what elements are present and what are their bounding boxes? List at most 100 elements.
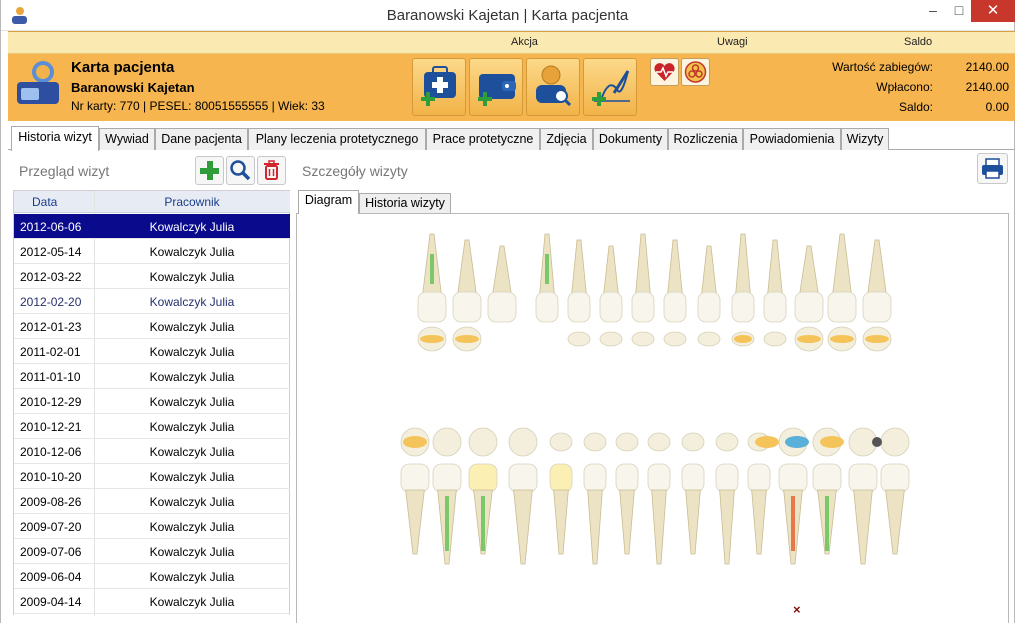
main-tab-bar: Historia wizyt Wywiad Dane pacjenta Plan…	[8, 126, 1014, 151]
tab-rozliczenia[interactable]: Rozliczenia	[668, 128, 743, 150]
visit-list-panel: Przegląd wizyt Data Pracownik 2012-06-06…	[13, 153, 291, 623]
print-button[interactable]	[977, 153, 1008, 184]
table-row[interactable]: 2009-08-26 Kowalczyk Julia	[14, 489, 290, 514]
medical-alert-button[interactable]	[650, 58, 679, 86]
table-row[interactable]: 2011-01-10 Kowalczyk Julia	[14, 364, 290, 389]
delete-visit-button[interactable]	[257, 156, 286, 185]
title-bar: Baranowski Kajetan | Karta pacjenta – □ …	[1, 0, 1015, 31]
upper-tooth-root	[635, 233, 651, 295]
upper-tooth-crown	[631, 291, 655, 323]
table-row[interactable]: 2009-04-14 Kowalczyk Julia	[14, 589, 290, 614]
visit-employee: Kowalczyk Julia	[149, 220, 235, 234]
dental-diagram[interactable]: ×	[296, 213, 1009, 623]
maximize-button[interactable]: □	[945, 0, 973, 22]
table-row[interactable]: 2012-02-20 Kowalczyk Julia	[14, 289, 290, 314]
search-patient-button[interactable]	[526, 58, 580, 116]
lower-filling	[785, 436, 809, 448]
close-button[interactable]: ✕	[971, 0, 1015, 22]
visit-date: 2010-12-21	[20, 420, 82, 434]
upper-tooth-crown	[417, 291, 447, 323]
lower-tooth-crown	[583, 463, 607, 493]
saldo-header-label: Saldo	[904, 36, 933, 48]
search-user-icon	[536, 65, 572, 107]
tab-powiadomienia[interactable]: Powiadomienia	[743, 128, 841, 150]
table-row[interactable]: 2009-07-20 Kowalczyk Julia	[14, 514, 290, 539]
table-row[interactable]: 2012-05-14 Kowalczyk Julia	[14, 239, 290, 264]
upper-tooth-root	[603, 245, 619, 295]
lower-tooth-occlusal	[880, 427, 910, 457]
visit-employee: Kowalczyk Julia	[149, 295, 235, 309]
table-row[interactable]: 2011-02-01 Kowalczyk Julia	[14, 339, 290, 364]
visit-employee: Kowalczyk Julia	[149, 395, 235, 409]
table-row[interactable]: 2012-06-06 Kowalczyk Julia	[14, 214, 290, 239]
lower-tooth-root	[885, 489, 905, 555]
lower-tooth-crown	[549, 463, 573, 493]
add-signature-icon	[592, 70, 630, 106]
root-canal-fill	[545, 254, 549, 284]
upper-tooth-root	[492, 245, 512, 295]
upper-tooth-occlusal	[631, 331, 655, 347]
lower-filling	[755, 436, 779, 448]
upper-filling	[734, 335, 752, 343]
diagram-remove-mark[interactable]: ×	[793, 602, 801, 617]
search-icon	[230, 160, 251, 181]
table-row[interactable]: 2010-12-06 Kowalczyk Julia	[14, 439, 290, 464]
upper-filling	[420, 335, 444, 343]
visit-employee: Kowalczyk Julia	[149, 245, 235, 259]
root-canal-fill	[430, 254, 434, 284]
add-wallet-icon	[478, 74, 516, 106]
lower-tooth-root	[587, 489, 603, 565]
trash-icon	[264, 160, 279, 180]
visit-date: 2011-01-10	[20, 370, 81, 384]
add-signature-button[interactable]	[583, 58, 637, 116]
tab-wywiad[interactable]: Wywiad	[99, 128, 155, 150]
lower-tooth-crown	[400, 463, 430, 493]
add-payment-button[interactable]	[469, 58, 523, 116]
upper-filling	[455, 335, 479, 343]
table-row[interactable]: 2010-12-29 Kowalczyk Julia	[14, 389, 290, 414]
table-row[interactable]: 2012-01-23 Kowalczyk Julia	[14, 314, 290, 339]
upper-tooth-crown	[794, 291, 824, 323]
table-row[interactable]: 2009-07-06 Kowalczyk Julia	[14, 539, 290, 564]
add-visit-button[interactable]	[195, 156, 224, 185]
visit-employee: Kowalczyk Julia	[149, 345, 235, 359]
add-medical-kit-icon	[421, 66, 456, 106]
tab-historia-wizyt[interactable]: Historia wizyt	[11, 126, 99, 151]
patient-info: Nr karty: 770 | PESEL: 80051555555 | Wie…	[71, 99, 325, 113]
search-visit-button[interactable]	[226, 156, 255, 185]
root-canal-fill	[791, 496, 795, 551]
table-row[interactable]: 2012-03-22 Kowalczyk Julia	[14, 264, 290, 289]
biohazard-alert-button[interactable]	[681, 58, 710, 86]
tab-dane-pacjenta[interactable]: Dane pacjenta	[155, 128, 248, 150]
application-window: Baranowski Kajetan | Karta pacjenta – □ …	[0, 0, 1015, 623]
add-treatment-button[interactable]	[412, 58, 466, 116]
upper-tooth-root	[767, 239, 783, 295]
upper-tooth-occlusal	[663, 331, 687, 347]
upper-tooth-root	[667, 239, 683, 295]
subtab-historia-wizyty[interactable]: Historia wizyty	[359, 193, 451, 213]
heart-pulse-icon	[654, 63, 675, 81]
table-row[interactable]: 2010-10-20 Kowalczyk Julia	[14, 464, 290, 489]
upper-tooth-root	[799, 245, 819, 295]
upper-tooth-crown	[599, 291, 623, 323]
column-header-data[interactable]: Data	[32, 195, 57, 209]
paid-value: 2140.00	[965, 80, 1009, 94]
tab-wizyty[interactable]: Wizyty	[841, 128, 889, 150]
table-row[interactable]: 2009-06-04 Kowalczyk Julia	[14, 564, 290, 589]
tab-plany-leczenia[interactable]: Plany leczenia protetycznego	[248, 128, 426, 150]
table-row[interactable]: 2010-12-21 Kowalczyk Julia	[14, 414, 290, 439]
lower-tooth-crown	[880, 463, 910, 493]
lower-tooth-root	[751, 489, 767, 555]
minimize-button[interactable]: –	[919, 0, 947, 22]
visit-date: 2012-01-23	[20, 320, 82, 334]
root-canal-fill	[445, 496, 449, 551]
tab-dokumenty[interactable]: Dokumenty	[593, 128, 668, 150]
visit-date: 2009-04-14	[20, 595, 82, 609]
lower-tooth-occlusal	[432, 427, 462, 457]
tab-prace-protetyczne[interactable]: Prace protetyczne	[426, 128, 540, 150]
upper-tooth-crown	[535, 291, 559, 323]
tab-zdjecia[interactable]: Zdjęcia	[540, 128, 593, 150]
subtab-diagram[interactable]: Diagram	[298, 190, 359, 214]
column-header-pracownik[interactable]: Pracownik	[94, 195, 290, 209]
visit-date: 2009-06-04	[20, 570, 82, 584]
